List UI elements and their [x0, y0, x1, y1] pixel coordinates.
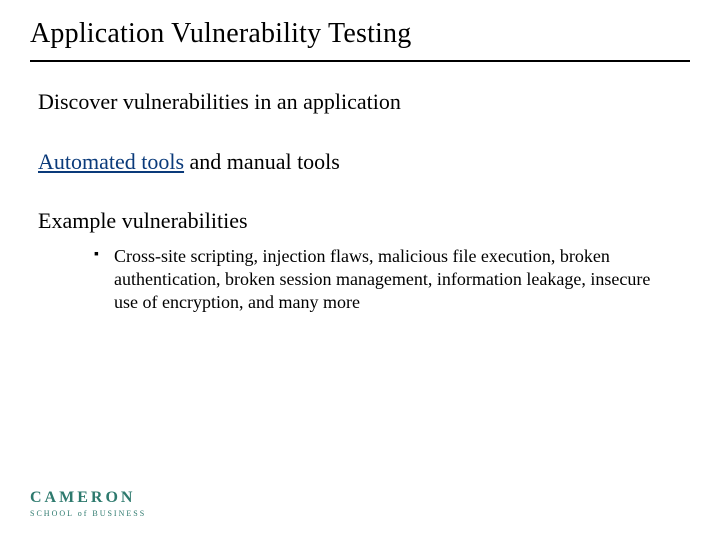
logo-subtitle: SCHOOL of BUSINESS	[30, 509, 146, 518]
cameron-logo: CAMERON SCHOOL of BUSINESS	[30, 489, 146, 518]
paragraph-2: Automated tools and manual tools	[38, 148, 690, 176]
automated-tools-link[interactable]: Automated tools	[38, 149, 184, 174]
paragraph-1: Discover vulnerabilities in an applicati…	[38, 88, 690, 116]
slide-title: Application Vulnerability Testing	[30, 18, 690, 50]
title-rule	[30, 60, 690, 62]
example-list: Cross-site scripting, injection flaws, m…	[94, 245, 654, 315]
paragraph-3: Example vulnerabilities	[38, 207, 690, 235]
list-item: Cross-site scripting, injection flaws, m…	[94, 245, 654, 315]
slide: Application Vulnerability Testing Discov…	[0, 0, 720, 540]
slide-body: Discover vulnerabilities in an applicati…	[30, 88, 690, 315]
logo-name: CAMERON	[30, 489, 146, 507]
paragraph-2-rest: and manual tools	[184, 149, 340, 174]
